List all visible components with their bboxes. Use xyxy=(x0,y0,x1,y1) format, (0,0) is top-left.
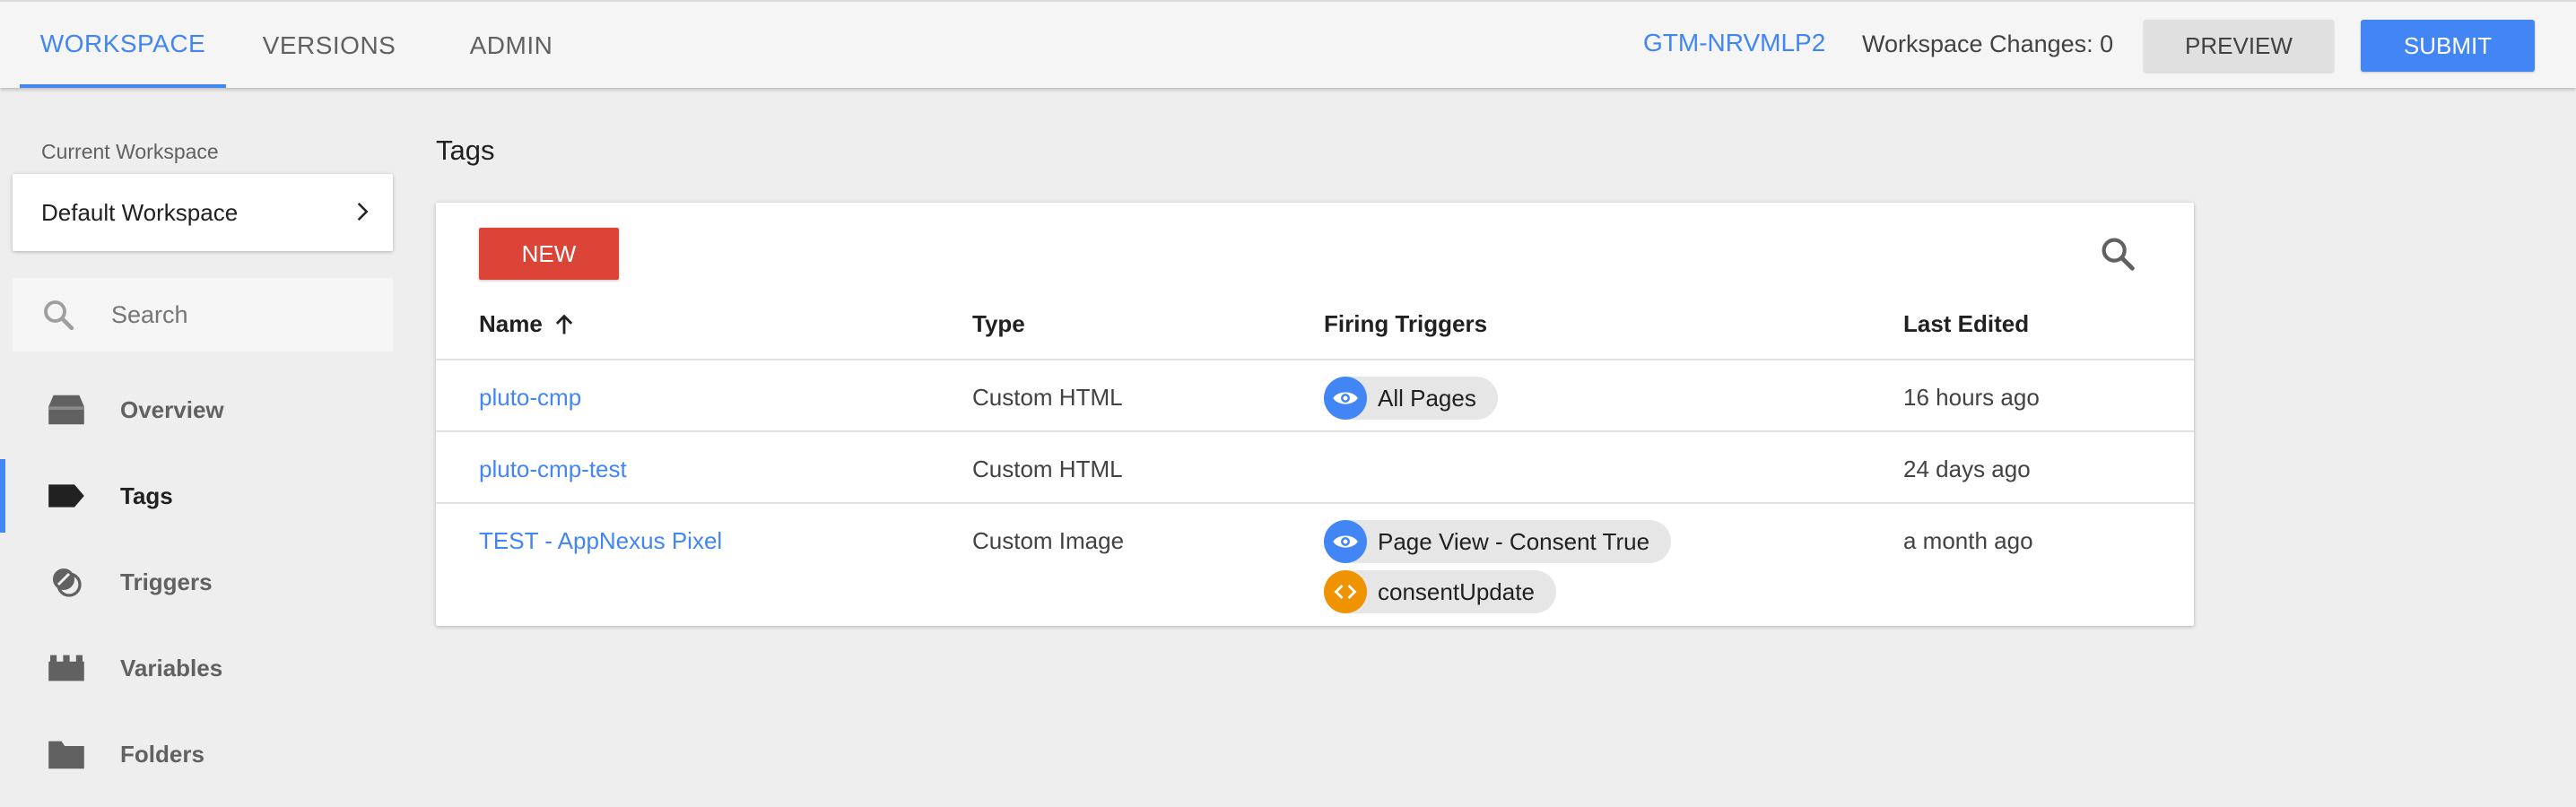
trigger-chip-label: Page View - Consent True xyxy=(1378,527,1650,555)
top-app-bar: WORKSPACE VERSIONS ADMIN GTM-NRVMLP2 Wor… xyxy=(0,0,2576,88)
tag-type: Custom Image xyxy=(972,527,1125,554)
sidebar-item-variables[interactable]: Variables xyxy=(0,631,395,705)
search-icon xyxy=(44,300,74,331)
trigger-icon xyxy=(53,568,82,597)
last-edited: 24 days ago xyxy=(1903,456,2031,482)
chevron-right-icon xyxy=(357,203,369,221)
divider xyxy=(436,502,2194,504)
column-header-last-edited[interactable]: Last Edited xyxy=(1903,310,2029,338)
sidebar-item-folders[interactable]: Folders xyxy=(0,717,395,791)
column-header-name[interactable]: Name xyxy=(479,310,577,338)
tag-icon xyxy=(48,484,84,508)
sidebar-item-tags[interactable]: Tags xyxy=(0,459,395,533)
trigger-chip[interactable]: All Pages xyxy=(1324,377,1498,420)
code-icon xyxy=(1324,570,1367,613)
tab-versions[interactable]: VERSIONS xyxy=(249,4,409,88)
tag-name-link[interactable]: pluto-cmp-test xyxy=(479,456,627,483)
tab-workspace[interactable]: WORKSPACE xyxy=(20,4,226,88)
overview-icon xyxy=(48,395,84,425)
sidebar-item-label: Overview xyxy=(120,396,224,423)
eye-icon xyxy=(1324,520,1367,563)
last-edited: 16 hours ago xyxy=(1903,384,2040,411)
current-workspace-label: Current Workspace xyxy=(41,140,219,163)
preview-button[interactable]: PREVIEW xyxy=(2144,20,2334,72)
new-tag-button[interactable]: NEW xyxy=(479,228,619,280)
submit-button[interactable]: SUBMIT xyxy=(2361,20,2535,72)
sidebar-item-triggers[interactable]: Triggers xyxy=(0,545,395,619)
tags-table-card: NEW Name Type Firing Triggers Last Edite… xyxy=(436,203,2194,626)
variables-icon xyxy=(48,655,84,681)
trigger-chip-label: consentUpdate xyxy=(1378,577,1535,605)
search-icon[interactable] xyxy=(2097,233,2138,274)
column-header-label: Name xyxy=(479,310,543,337)
tag-type: Custom HTML xyxy=(972,384,1123,411)
workspace-changes-count: Workspace Changes: 0 xyxy=(1862,30,2114,57)
container-id-link[interactable]: GTM-NRVMLP2 xyxy=(1643,29,1825,57)
tab-admin[interactable]: ADMIN xyxy=(448,4,574,88)
sidebar-item-label: Variables xyxy=(120,655,223,681)
page-title: Tags xyxy=(436,134,495,166)
folder-icon xyxy=(48,741,84,769)
last-edited: a month ago xyxy=(1903,527,2033,554)
trigger-chip-label: All Pages xyxy=(1378,384,1476,412)
column-header-type[interactable]: Type xyxy=(972,310,1025,338)
trigger-chip[interactable]: consentUpdate xyxy=(1324,570,1556,613)
divider xyxy=(436,359,2194,360)
divider xyxy=(436,430,2194,432)
eye-icon xyxy=(1324,377,1367,420)
sidebar-item-label: Folders xyxy=(120,741,205,768)
sidebar-item-overview[interactable]: Overview xyxy=(0,373,395,447)
workspace-selector[interactable]: Default Workspace xyxy=(13,174,393,251)
trigger-chip[interactable]: Page View - Consent True xyxy=(1324,520,1672,563)
search-input[interactable] xyxy=(111,294,371,335)
sidebar-search xyxy=(13,278,393,351)
sidebar-item-label: Triggers xyxy=(120,568,213,595)
tag-type: Custom HTML xyxy=(972,456,1123,482)
tag-name-link[interactable]: pluto-cmp xyxy=(479,384,581,412)
column-header-firing-triggers[interactable]: Firing Triggers xyxy=(1324,310,1487,338)
arrow-up-icon xyxy=(555,314,572,334)
sidebar-item-label: Tags xyxy=(120,482,173,509)
tag-name-link[interactable]: TEST - AppNexus Pixel xyxy=(479,527,722,555)
workspace-name: Default Workspace xyxy=(41,199,239,226)
